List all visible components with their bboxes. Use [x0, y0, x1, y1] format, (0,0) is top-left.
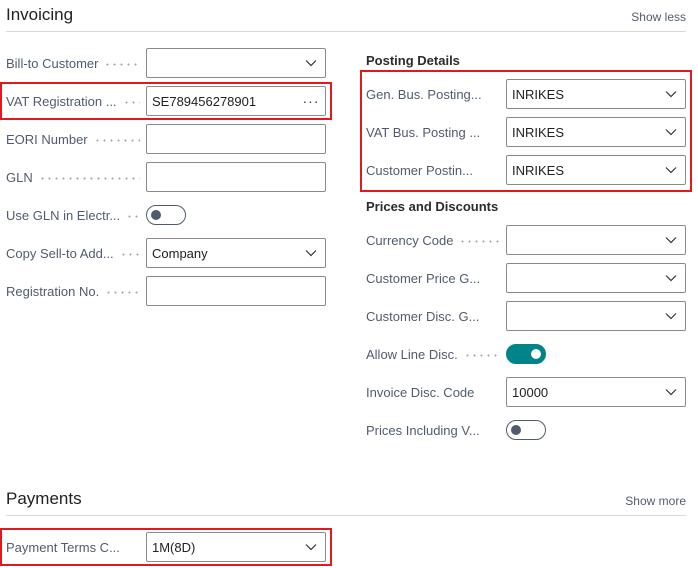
allow-line-disc-toggle[interactable] [506, 344, 546, 364]
chevron-down-icon[interactable] [657, 80, 685, 108]
payments-divider [6, 515, 686, 516]
currency-code-label: Currency Code [366, 225, 500, 255]
eori-number-label: EORI Number [6, 124, 140, 154]
posting-details-title: Posting Details [366, 53, 460, 68]
use-gln-label: Use GLN in Electr... [6, 200, 140, 230]
prices-including-vat-toggle[interactable] [506, 420, 546, 440]
chevron-down-icon[interactable] [657, 118, 685, 146]
allow-line-disc-label: Allow Line Disc. [366, 339, 500, 369]
chevron-down-icon[interactable] [297, 533, 325, 561]
eori-number-field[interactable] [146, 124, 326, 154]
payment-terms-field[interactable]: 1M(8D) [146, 532, 326, 562]
vat-bus-posting-field[interactable]: INRIKES [506, 117, 686, 147]
customer-disc-group-field[interactable] [506, 301, 686, 331]
prices-discounts-title: Prices and Discounts [366, 199, 499, 214]
chevron-down-icon[interactable] [297, 49, 325, 77]
bill-to-customer-label: Bill-to Customer [6, 48, 140, 78]
customer-posting-field[interactable]: INRIKES [506, 155, 686, 185]
customer-price-group-field[interactable] [506, 263, 686, 293]
chevron-down-icon[interactable] [657, 378, 685, 406]
customer-disc-group-label: Customer Disc. G... [366, 308, 480, 324]
registration-no-field[interactable] [146, 276, 326, 306]
gen-bus-posting-label: Gen. Bus. Posting... [366, 86, 482, 102]
gen-bus-posting-field[interactable]: INRIKES [506, 79, 686, 109]
vat-registration-label: VAT Registration ... [6, 86, 140, 116]
payments-title: Payments [6, 489, 82, 508]
vat-bus-posting-label: VAT Bus. Posting ... [366, 124, 481, 140]
vat-registration-field[interactable]: SE789456278901 ··· [146, 86, 326, 116]
customer-price-group-label: Customer Price G... [366, 270, 481, 286]
chevron-down-icon[interactable] [657, 226, 685, 254]
invoice-disc-code-field[interactable]: 10000 [506, 377, 686, 407]
invoice-disc-code-label: Invoice Disc. Code [366, 384, 475, 400]
invoicing-divider [6, 31, 686, 32]
gln-field[interactable] [146, 162, 326, 192]
lookup-ellipsis-button[interactable]: ··· [297, 93, 325, 109]
chevron-down-icon[interactable] [297, 239, 325, 267]
customer-posting-label: Customer Postin... [366, 162, 473, 178]
show-more-link[interactable]: Show more [625, 494, 686, 508]
use-gln-toggle[interactable] [146, 205, 186, 225]
show-less-link[interactable]: Show less [631, 10, 686, 24]
gln-label: GLN [6, 162, 140, 192]
chevron-down-icon[interactable] [657, 264, 685, 292]
chevron-down-icon[interactable] [657, 156, 685, 184]
copy-sell-to-label: Copy Sell-to Add... [6, 238, 140, 268]
invoicing-title: Invoicing [6, 5, 74, 24]
registration-no-label: Registration No. [6, 276, 140, 306]
chevron-down-icon[interactable] [657, 302, 685, 330]
prices-including-vat-label: Prices Including V... [366, 422, 480, 438]
currency-code-field[interactable] [506, 225, 686, 255]
payment-terms-label: Payment Terms C... [6, 539, 120, 555]
bill-to-customer-field[interactable] [146, 48, 326, 78]
copy-sell-to-field[interactable]: Company [146, 238, 326, 268]
